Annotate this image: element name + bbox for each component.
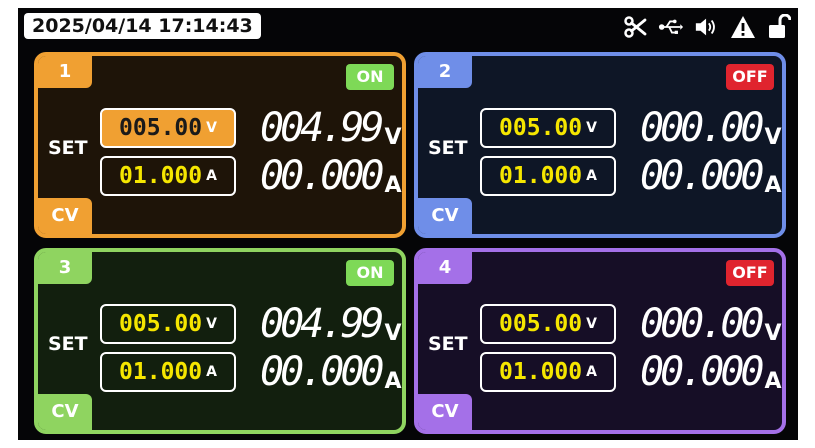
set-current-field[interactable]: 01.000 A (480, 156, 616, 196)
set-current-field[interactable]: 01.000 A (480, 352, 616, 392)
set-voltage-field[interactable]: 005.00 V (480, 108, 616, 148)
set-voltage-field[interactable]: 005.00 V (100, 304, 236, 344)
measured-current: 00.000 A (640, 154, 782, 198)
status-icons (622, 14, 792, 40)
set-voltage-field[interactable]: 005.00 V (480, 304, 616, 344)
measured-current-unit: A (384, 369, 402, 394)
warning-icon (730, 14, 756, 40)
set-voltage-unit: V (586, 120, 597, 136)
output-state-badge[interactable]: ON (346, 64, 394, 90)
set-current-field[interactable]: 01.000 A (100, 156, 236, 196)
measured-current-unit: A (764, 173, 782, 198)
measured-voltage-value: 000.00 (640, 301, 764, 347)
output-state-badge[interactable]: OFF (726, 64, 774, 90)
measured-voltage: 000.00 V (640, 302, 782, 346)
channel-panel-1[interactable]: 1 ON SET 005.00 V 01.000 A 004.99 V 00.0… (34, 52, 406, 238)
measured-current-value: 00.000 (260, 349, 384, 395)
set-current-value: 01.000 (119, 163, 203, 189)
measured-voltage-value: 000.00 (640, 105, 764, 151)
measured-current-value: 00.000 (260, 153, 384, 199)
psu-screen: 2025/04/14 17:14:43 1 ON SET 005.00 V 01… (18, 8, 798, 440)
measured-current: 00.000 A (260, 154, 402, 198)
measured-voltage-value: 004.99 (260, 105, 384, 151)
measured-current-value: 00.000 (640, 153, 764, 199)
channel-number: 3 (38, 252, 92, 284)
channel-panel-3[interactable]: 3 ON SET 005.00 V 01.000 A 004.99 V 00.0… (34, 248, 406, 434)
datetime-display: 2025/04/14 17:14:43 (24, 13, 261, 39)
set-current-unit: A (586, 168, 597, 184)
measured-current-value: 00.000 (640, 349, 764, 395)
measured-voltage-unit: V (764, 125, 782, 150)
scissors-icon (622, 14, 648, 40)
set-voltage-value: 005.00 (499, 115, 583, 141)
regulation-mode: CV (38, 198, 92, 234)
set-voltage-value: 005.00 (119, 115, 203, 141)
unlock-icon (766, 14, 792, 40)
measured-voltage-unit: V (384, 125, 402, 150)
measured-current: 00.000 A (640, 350, 782, 394)
channel-panel-4[interactable]: 4 OFF SET 005.00 V 01.000 A 000.00 V 00.… (414, 248, 786, 434)
channel-number: 2 (418, 56, 472, 88)
set-current-unit: A (206, 364, 217, 380)
set-voltage-value: 005.00 (499, 311, 583, 337)
set-voltage-field[interactable]: 005.00 V (100, 108, 236, 148)
set-label: SET (428, 333, 468, 355)
measured-voltage: 004.99 V (260, 302, 402, 346)
regulation-mode: CV (38, 394, 92, 430)
regulation-mode: CV (418, 394, 472, 430)
set-current-unit: A (206, 168, 217, 184)
set-voltage-value: 005.00 (119, 311, 203, 337)
channel-number: 4 (418, 252, 472, 284)
measured-voltage: 004.99 V (260, 106, 402, 150)
measured-current: 00.000 A (260, 350, 402, 394)
regulation-mode: CV (418, 198, 472, 234)
measured-current-unit: A (764, 369, 782, 394)
measured-voltage-unit: V (384, 321, 402, 346)
measured-voltage-value: 004.99 (260, 301, 384, 347)
set-label: SET (48, 137, 88, 159)
set-voltage-unit: V (206, 316, 217, 332)
measured-voltage-unit: V (764, 321, 782, 346)
set-current-value: 01.000 (499, 359, 583, 385)
set-label: SET (428, 137, 468, 159)
set-current-value: 01.000 (499, 163, 583, 189)
output-state-badge[interactable]: OFF (726, 260, 774, 286)
measured-voltage: 000.00 V (640, 106, 782, 150)
set-current-unit: A (586, 364, 597, 380)
channel-panel-2[interactable]: 2 OFF SET 005.00 V 01.000 A 000.00 V 00.… (414, 52, 786, 238)
set-voltage-unit: V (206, 120, 217, 136)
set-voltage-unit: V (586, 316, 597, 332)
set-current-field[interactable]: 01.000 A (100, 352, 236, 392)
usb-icon (658, 14, 684, 40)
speaker-icon (694, 14, 720, 40)
output-state-badge[interactable]: ON (346, 260, 394, 286)
set-current-value: 01.000 (119, 359, 203, 385)
channel-number: 1 (38, 56, 92, 88)
status-bar: 2025/04/14 17:14:43 (18, 8, 798, 46)
measured-current-unit: A (384, 173, 402, 198)
set-label: SET (48, 333, 88, 355)
